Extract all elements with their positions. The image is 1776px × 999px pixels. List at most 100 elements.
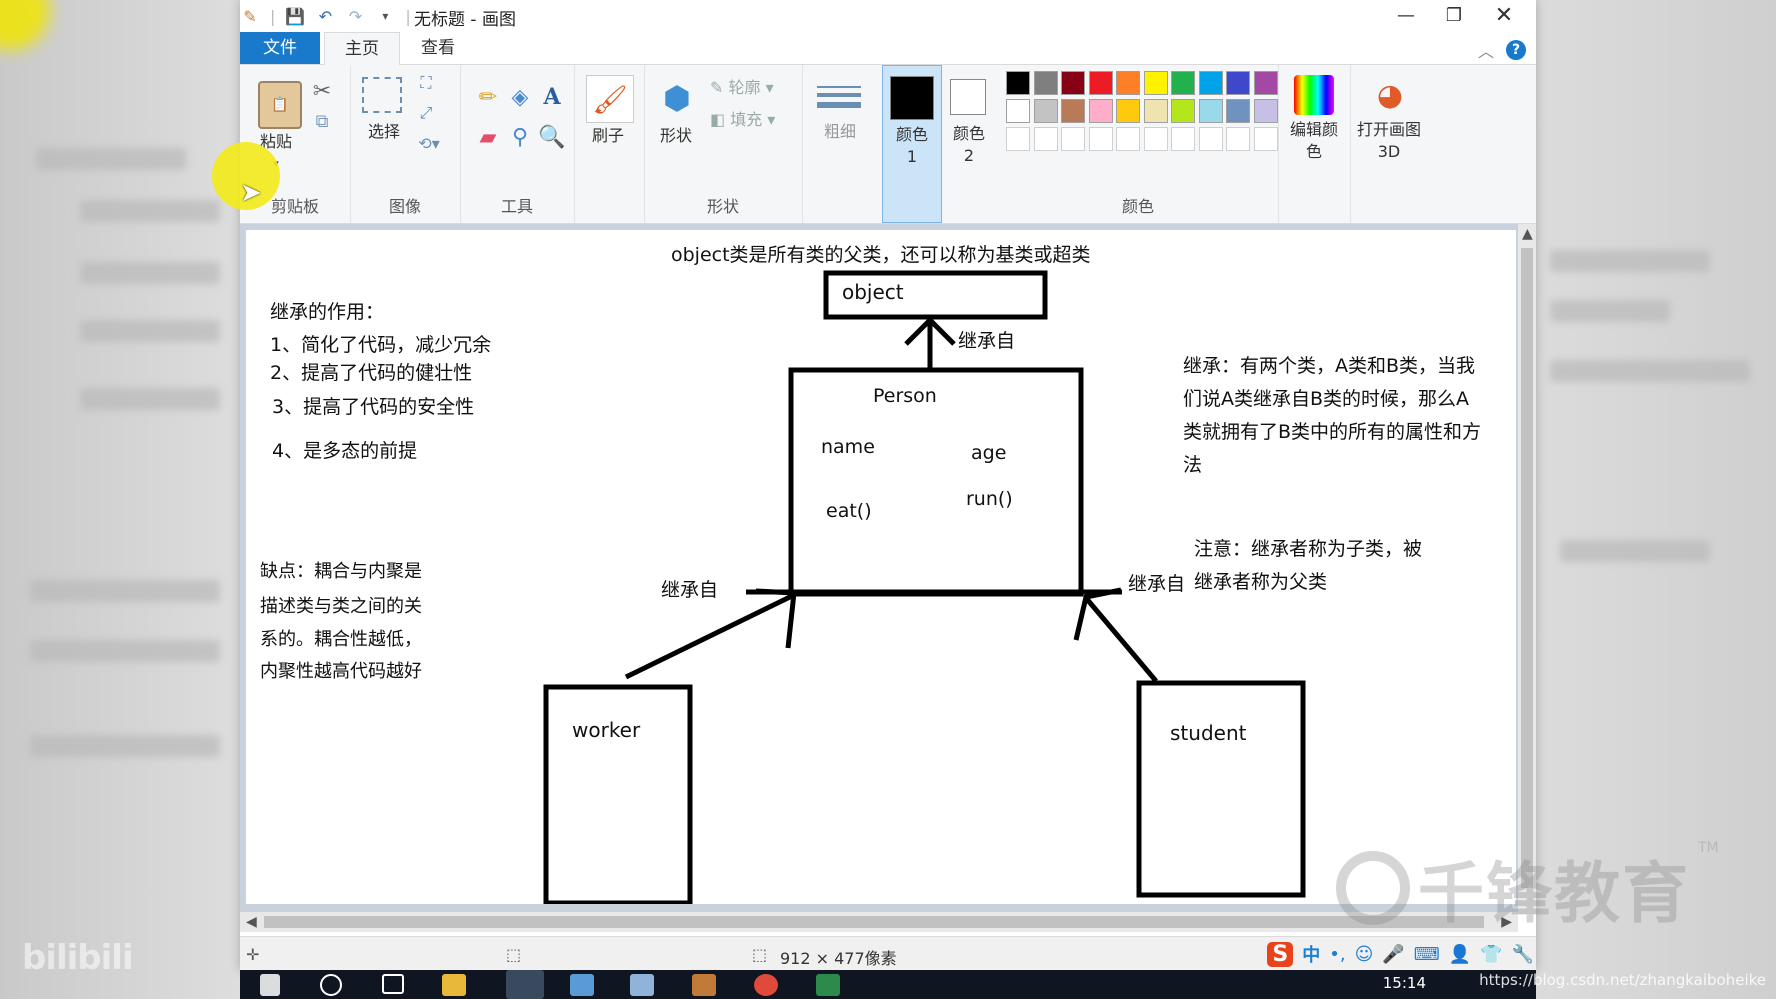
vertical-scroll-thumb[interactable]: [1521, 248, 1533, 888]
brushes-button[interactable]: 刷子: [590, 125, 626, 147]
palette-swatch[interactable]: [1198, 71, 1223, 95]
shapes-icon[interactable]: ⬢: [654, 75, 700, 121]
paint3d-icon[interactable]: ◕: [1370, 75, 1410, 115]
chrome-icon[interactable]: [754, 974, 778, 996]
palette-swatch[interactable]: [1198, 127, 1223, 151]
paint-taskbar-icon[interactable]: [506, 970, 544, 999]
crop-icon[interactable]: ⛶: [414, 71, 438, 95]
palette-swatch[interactable]: [1033, 127, 1058, 151]
palette-swatch[interactable]: [1033, 99, 1058, 123]
palette-swatch[interactable]: [1116, 127, 1140, 151]
paint-app-icon[interactable]: ✎: [240, 6, 260, 26]
palette-swatch[interactable]: [1226, 71, 1250, 95]
close-button[interactable]: ✕: [1480, 0, 1528, 30]
line-size-icon[interactable]: [816, 77, 862, 117]
minimize-button[interactable]: —: [1382, 0, 1430, 30]
palette-swatch[interactable]: [1061, 127, 1085, 151]
palette-swatch[interactable]: [1143, 127, 1168, 151]
resize-icon[interactable]: ⤢: [414, 101, 438, 125]
size-button[interactable]: 粗细: [822, 121, 858, 143]
undo-icon[interactable]: ↶: [315, 6, 335, 26]
palette-swatch[interactable]: [1253, 127, 1278, 151]
blurred-text: [1550, 360, 1750, 382]
shapes-button[interactable]: 形状: [658, 125, 694, 147]
save-icon[interactable]: 💾: [285, 6, 305, 26]
ime-chinese-icon[interactable]: 中: [1302, 941, 1320, 967]
collapse-ribbon-icon[interactable]: ︿: [1478, 38, 1494, 62]
palette-swatch[interactable]: [1006, 99, 1030, 123]
start-icon[interactable]: [260, 974, 280, 996]
scroll-up-icon[interactable]: ▲: [1522, 226, 1533, 242]
palette-swatch[interactable]: [1253, 99, 1278, 123]
user-icon[interactable]: 👤: [1449, 944, 1471, 965]
edit-colors-icon[interactable]: [1294, 75, 1334, 115]
scroll-left-icon[interactable]: ◀: [246, 914, 257, 930]
search-icon[interactable]: [320, 974, 342, 996]
palette-swatch[interactable]: [1088, 127, 1113, 151]
horizontal-scroll-thumb[interactable]: [264, 916, 1484, 928]
fill-button[interactable]: ◧ 填充 ▾: [710, 109, 796, 131]
brush-icon[interactable]: 🖌: [586, 75, 634, 123]
drawback-line: 系的。耦合性越低，: [260, 629, 422, 650]
palette-swatch[interactable]: [1061, 99, 1085, 123]
copy-icon[interactable]: ⧉: [310, 109, 334, 133]
drawing-canvas[interactable]: object类是所有类的父类，还可以称为基类或超类 object 继承自 Per…: [246, 230, 1516, 904]
palette-swatch[interactable]: [1006, 127, 1030, 151]
palette-swatch[interactable]: [1226, 127, 1250, 151]
file-explorer-icon[interactable]: [442, 974, 466, 996]
palette-swatch[interactable]: [1226, 99, 1250, 123]
pencil-icon[interactable]: ✏: [474, 83, 502, 111]
paint3d-button[interactable]: 打开画图 3D: [1356, 119, 1422, 163]
edit-colors-button[interactable]: 编辑颜色: [1286, 119, 1342, 163]
blurred-text: [1550, 300, 1670, 322]
tab-file[interactable]: 文件: [240, 32, 320, 64]
settings-wrench-icon[interactable]: 🔧: [1512, 944, 1534, 965]
palette-swatch[interactable]: [1006, 71, 1030, 95]
color1-button[interactable]: 颜色 1: [882, 65, 942, 223]
palette-swatch[interactable]: [1143, 99, 1168, 123]
palette-swatch[interactable]: [1143, 71, 1168, 95]
tab-home[interactable]: 主页: [324, 32, 400, 66]
task-view-icon[interactable]: [382, 974, 404, 994]
skin-icon[interactable]: 👕: [1480, 944, 1502, 965]
horizontal-scrollbar[interactable]: ◀ ▶: [240, 912, 1518, 932]
fill-bucket-icon[interactable]: ◈: [506, 83, 534, 111]
palette-swatch[interactable]: [1061, 71, 1085, 95]
palette-swatch[interactable]: [1253, 71, 1278, 95]
vertical-scrollbar[interactable]: ▲: [1518, 224, 1536, 914]
select-icon[interactable]: [362, 77, 402, 113]
palette-swatch[interactable]: [1171, 71, 1195, 95]
palette-swatch[interactable]: [1171, 99, 1195, 123]
palette-swatch[interactable]: [1088, 99, 1113, 123]
color-picker-icon[interactable]: ⚲: [506, 123, 534, 151]
ime-punct-icon[interactable]: •,: [1329, 944, 1345, 965]
select-label[interactable]: 选择: [366, 121, 402, 143]
cut-icon[interactable]: ✂: [310, 79, 334, 104]
help-icon[interactable]: ?: [1506, 40, 1526, 60]
restore-button[interactable]: ❐: [1430, 0, 1478, 30]
palette-swatch[interactable]: [1116, 99, 1140, 123]
keyboard-icon[interactable]: ⌨: [1414, 944, 1440, 965]
palette-swatch[interactable]: [1198, 99, 1223, 123]
redo-icon[interactable]: ↷: [345, 6, 365, 26]
microphone-icon[interactable]: 🎤: [1382, 944, 1404, 965]
color2-button[interactable]: 颜色 2: [942, 65, 998, 223]
customize-dropdown-icon[interactable]: ▾: [375, 6, 395, 26]
pycharm-icon[interactable]: [816, 974, 840, 996]
tab-view[interactable]: 查看: [406, 32, 470, 64]
paste-icon[interactable]: 📋: [258, 81, 302, 129]
app-icon[interactable]: [570, 974, 594, 996]
palette-swatch[interactable]: [1088, 71, 1113, 95]
text-tool-icon[interactable]: A: [538, 83, 566, 111]
palette-swatch[interactable]: [1116, 71, 1140, 95]
app-icon[interactable]: [630, 974, 654, 996]
emoji-icon[interactable]: ☺: [1355, 944, 1374, 965]
sogou-icon[interactable]: S: [1267, 941, 1294, 967]
app-icon[interactable]: [692, 974, 716, 996]
rotate-icon[interactable]: ⟲▾: [414, 131, 444, 155]
magnifier-icon[interactable]: 🔍: [538, 123, 566, 151]
palette-swatch[interactable]: [1171, 127, 1195, 151]
palette-swatch[interactable]: [1033, 71, 1058, 95]
outline-button[interactable]: ✎ 轮廓 ▾: [710, 77, 796, 99]
eraser-icon[interactable]: ▰: [474, 123, 502, 151]
